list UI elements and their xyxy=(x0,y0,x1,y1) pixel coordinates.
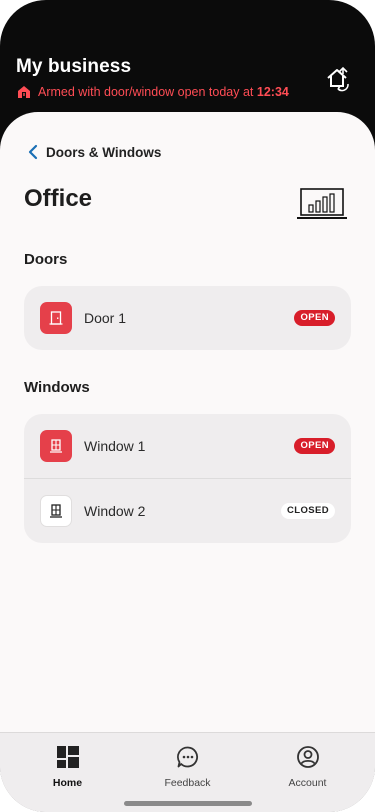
switch-location-icon[interactable] xyxy=(323,64,353,94)
alarm-status: Armed with door/window open today at 12:… xyxy=(16,84,289,100)
window-row[interactable]: Window 1 OPEN xyxy=(24,414,351,478)
door-status-badge: OPEN xyxy=(294,310,335,326)
doors-card: Door 1 OPEN xyxy=(24,286,351,350)
window-label: Window 2 xyxy=(84,503,146,519)
door-label: Door 1 xyxy=(84,310,127,326)
window-status-badge: CLOSED xyxy=(281,503,335,519)
alarm-status-text: Armed with door/window open today at 12:… xyxy=(38,85,289,99)
phone-frame: My business Armed with door/window open … xyxy=(0,0,375,812)
window-tile xyxy=(40,430,72,462)
tab-feedback[interactable]: Feedback xyxy=(125,745,250,789)
window-icon xyxy=(50,504,62,518)
doors-section-title: Doors xyxy=(24,251,68,268)
tab-account-label: Account xyxy=(288,777,327,789)
page-title: Office xyxy=(24,185,93,212)
house-alert-icon xyxy=(18,86,30,98)
home-grid-icon xyxy=(56,746,79,768)
tab-home[interactable]: Home xyxy=(5,745,130,789)
window-icon xyxy=(50,439,62,453)
windows-card: Window 1 OPEN Window 2 CLOSED xyxy=(24,414,351,543)
business-title: My business xyxy=(16,56,132,77)
laptop-chart-icon xyxy=(297,188,347,219)
alarm-status-time: 12:34 xyxy=(256,85,289,99)
window-label: Window 1 xyxy=(84,438,146,454)
bottom-tab-bar: Home Feedback Account xyxy=(0,732,375,812)
back-label: Doors & Windows xyxy=(46,144,162,160)
content-sheet: Doors & Windows Office Doors Door 1 OPEN… xyxy=(0,112,375,812)
tab-home-label: Home xyxy=(52,777,83,789)
door-tile xyxy=(40,302,72,334)
tab-feedback-label: Feedback xyxy=(164,777,211,789)
window-tile xyxy=(40,495,72,527)
back-button[interactable]: Doors & Windows xyxy=(28,144,161,160)
windows-section-title: Windows xyxy=(24,379,90,396)
home-indicator xyxy=(124,801,252,806)
door-icon xyxy=(49,311,63,325)
feedback-icon xyxy=(176,746,198,768)
window-row[interactable]: Window 2 CLOSED xyxy=(24,478,351,543)
chevron-left-icon xyxy=(28,144,38,160)
window-status-badge: OPEN xyxy=(294,438,335,454)
account-icon xyxy=(296,746,319,768)
tab-account[interactable]: Account xyxy=(245,745,370,789)
door-row[interactable]: Door 1 OPEN xyxy=(24,286,351,350)
